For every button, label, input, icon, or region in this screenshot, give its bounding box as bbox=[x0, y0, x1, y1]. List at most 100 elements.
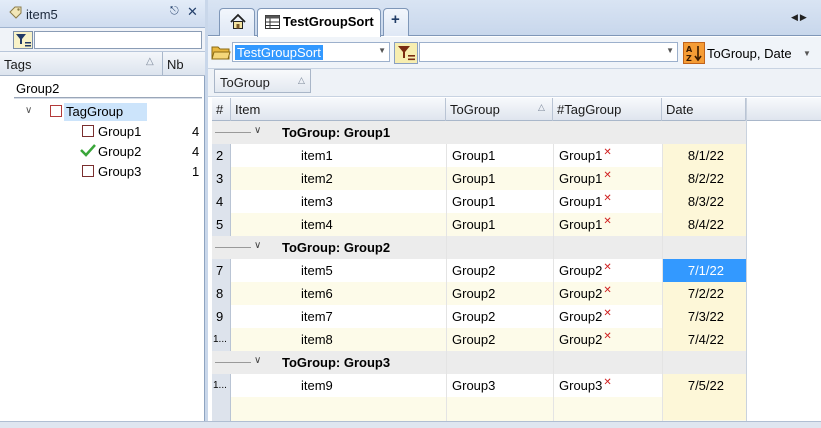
grid-filter-input[interactable]: ▼ bbox=[419, 42, 678, 62]
tags-panel-titlebar: item5 ⎋ ✕ bbox=[0, 0, 205, 28]
item-cell[interactable]: item3 bbox=[301, 190, 333, 213]
remove-tag-icon[interactable]: ✕ bbox=[603, 331, 611, 342]
togroup-cell[interactable]: Group1 bbox=[452, 144, 495, 167]
grid-line bbox=[746, 98, 747, 421]
taggroup-cell[interactable]: Group1✕ bbox=[559, 167, 612, 190]
tab-scroll-arrows[interactable]: ◀▶ bbox=[791, 12, 809, 23]
date-cell-selected[interactable]: 7/1/22 bbox=[663, 259, 746, 282]
taggroup-cell[interactable]: Group1✕ bbox=[559, 213, 612, 236]
togroup-cell[interactable]: Group2 bbox=[452, 328, 495, 351]
item-cell[interactable]: item8 bbox=[301, 328, 333, 351]
table-row[interactable]: 2 item1 Group1 Group1✕ 8/1/22 bbox=[212, 144, 746, 167]
remove-tag-icon[interactable]: ✕ bbox=[603, 193, 611, 204]
taggroup-cell[interactable]: Group3✕ bbox=[559, 374, 612, 397]
table-row[interactable]: 7 item5 Group2 Group2✕ 7/1/22 bbox=[212, 259, 746, 282]
table-row[interactable]: 3 item2 Group1 Group1✕ 8/2/22 bbox=[212, 167, 746, 190]
close-icon[interactable]: ✕ bbox=[187, 4, 198, 20]
remove-tag-icon[interactable]: ✕ bbox=[603, 377, 611, 388]
table-row[interactable]: 1... item9 Group3 Group3✕ 7/5/22 bbox=[212, 374, 746, 397]
tags-column[interactable]: Tags △ bbox=[0, 52, 163, 76]
chevron-down-icon[interactable]: ∨ bbox=[25, 105, 32, 116]
date-cell[interactable]: 8/1/22 bbox=[663, 144, 746, 167]
nb-column[interactable]: Nb bbox=[164, 52, 204, 76]
remove-tag-icon[interactable]: ✕ bbox=[603, 285, 611, 296]
table-row[interactable]: 8 item6 Group2 Group2✕ 7/2/22 bbox=[212, 282, 746, 305]
group-line bbox=[215, 247, 251, 248]
item-cell[interactable]: item1 bbox=[301, 144, 333, 167]
grid-filter-button[interactable] bbox=[394, 42, 418, 64]
remove-tag-icon[interactable]: ✕ bbox=[603, 216, 611, 227]
add-tab-button[interactable]: + bbox=[383, 8, 409, 36]
chevron-down-icon[interactable]: ▼ bbox=[803, 49, 811, 58]
togroup-cell[interactable]: Group1 bbox=[452, 190, 495, 213]
filter-button[interactable] bbox=[13, 31, 33, 49]
item-cell[interactable]: item2 bbox=[301, 167, 333, 190]
taggroup-cell[interactable]: Group1✕ bbox=[559, 144, 612, 167]
date-cell[interactable]: 8/4/22 bbox=[663, 213, 746, 236]
togroup-cell[interactable]: Group2 bbox=[452, 259, 495, 282]
chevron-down-icon[interactable]: ∨ bbox=[254, 240, 261, 251]
tree-item-group3[interactable]: Group3 1 bbox=[80, 161, 202, 181]
pin-icon[interactable]: ⎋ bbox=[170, 5, 179, 18]
group-by-chip[interactable]: ToGroup △ bbox=[214, 69, 311, 93]
column-header-togroup[interactable]: ToGroup △ bbox=[446, 98, 553, 121]
table-row[interactable]: 5 item4 Group1 Group1✕ 8/4/22 bbox=[212, 213, 746, 236]
remove-tag-icon[interactable]: ✕ bbox=[603, 262, 611, 273]
checkbox[interactable] bbox=[82, 125, 94, 137]
group-row-group2[interactable]: ∨ ToGroup: Group2 bbox=[212, 236, 746, 259]
date-cell[interactable]: 7/2/22 bbox=[663, 282, 746, 305]
checkbox[interactable] bbox=[50, 105, 62, 117]
table-row[interactable]: 4 item3 Group1 Group1✕ 8/3/22 bbox=[212, 190, 746, 213]
sort-button[interactable]: A Z bbox=[683, 42, 705, 64]
taggroup-cell[interactable]: Group2✕ bbox=[559, 305, 612, 328]
item-cell[interactable]: item9 bbox=[301, 374, 333, 397]
table-row[interactable]: 9 item7 Group2 Group2✕ 7/3/22 bbox=[212, 305, 746, 328]
table-row[interactable]: 1... item8 Group2 Group2✕ 7/4/22 bbox=[212, 328, 746, 351]
chevron-down-icon[interactable]: ∨ bbox=[254, 125, 261, 136]
column-header-item[interactable]: Item bbox=[231, 98, 446, 121]
item-cell[interactable]: item5 bbox=[301, 259, 333, 282]
togroup-cell[interactable]: Group1 bbox=[452, 213, 495, 236]
tree-item-taggroup[interactable]: ∨ TagGroup bbox=[20, 101, 202, 121]
svg-text:Z: Z bbox=[686, 54, 692, 63]
date-cell[interactable]: 8/3/22 bbox=[663, 190, 746, 213]
remove-tag-icon[interactable]: ✕ bbox=[603, 308, 611, 319]
tab-testgroupsort[interactable]: TestGroupSort bbox=[257, 8, 381, 37]
date-cell[interactable]: 7/4/22 bbox=[663, 328, 746, 351]
checkmark-icon[interactable] bbox=[80, 143, 96, 157]
chevron-down-icon[interactable]: ∨ bbox=[254, 355, 261, 366]
sort-description[interactable]: ToGroup, Date bbox=[707, 46, 792, 61]
column-header-date[interactable]: Date bbox=[662, 98, 746, 121]
taggroup-cell[interactable]: Group2✕ bbox=[559, 259, 612, 282]
remove-tag-icon[interactable]: ✕ bbox=[603, 147, 611, 158]
tags-filter-input[interactable] bbox=[34, 31, 202, 49]
column-header-taggroup[interactable]: #TagGroup bbox=[553, 98, 662, 121]
checkbox[interactable] bbox=[82, 165, 94, 177]
group-line bbox=[215, 132, 251, 133]
taggroup-cell[interactable]: Group2✕ bbox=[559, 282, 612, 305]
folder-open-icon[interactable] bbox=[211, 42, 231, 62]
tree-item-group2[interactable]: Group2 4 bbox=[80, 141, 202, 161]
group-row-group1[interactable]: ∨ ToGroup: Group1 bbox=[212, 121, 746, 144]
tab-home[interactable] bbox=[219, 8, 255, 36]
table-icon bbox=[265, 15, 280, 29]
togroup-cell[interactable]: Group3 bbox=[452, 374, 495, 397]
taggroup-value: Group1 bbox=[559, 171, 603, 186]
date-cell[interactable]: 7/5/22 bbox=[663, 374, 746, 397]
column-header-num[interactable]: # bbox=[212, 98, 231, 121]
remove-tag-icon[interactable]: ✕ bbox=[603, 170, 611, 181]
view-selector[interactable]: TestGroupSort ▼ bbox=[232, 42, 390, 62]
taggroup-cell[interactable]: Group1✕ bbox=[559, 190, 612, 213]
item-cell[interactable]: item4 bbox=[301, 213, 333, 236]
togroup-cell[interactable]: Group1 bbox=[452, 167, 495, 190]
togroup-cell[interactable]: Group2 bbox=[452, 282, 495, 305]
item-cell[interactable]: item7 bbox=[301, 305, 333, 328]
tree-item-group1[interactable]: Group1 4 bbox=[80, 121, 202, 141]
taggroup-value: Group1 bbox=[559, 217, 603, 232]
togroup-cell[interactable]: Group2 bbox=[452, 305, 495, 328]
date-cell[interactable]: 7/3/22 bbox=[663, 305, 746, 328]
taggroup-cell[interactable]: Group2✕ bbox=[559, 328, 612, 351]
item-cell[interactable]: item6 bbox=[301, 282, 333, 305]
group-row-group3[interactable]: ∨ ToGroup: Group3 bbox=[212, 351, 746, 374]
date-cell[interactable]: 8/2/22 bbox=[663, 167, 746, 190]
